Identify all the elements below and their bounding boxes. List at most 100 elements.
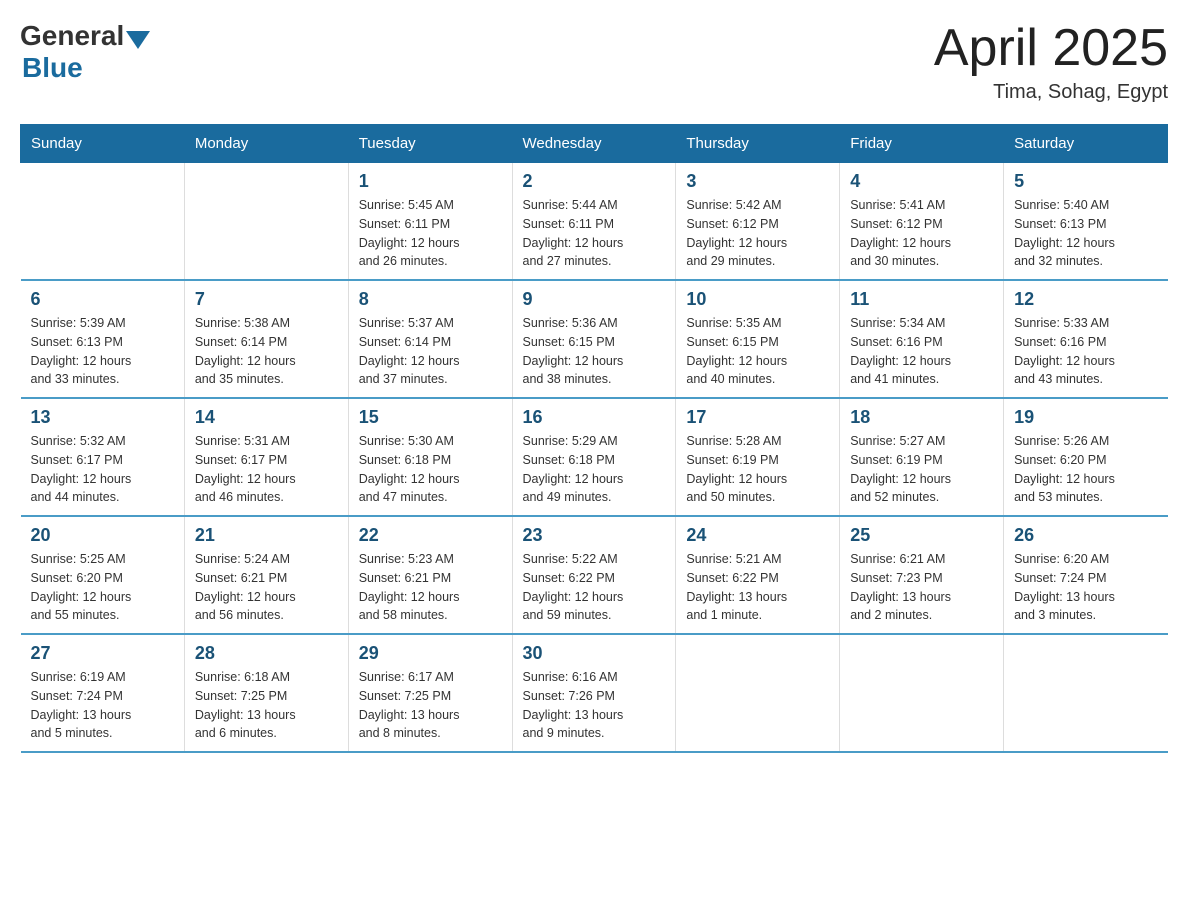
calendar-cell: 20 Sunrise: 5:25 AMSunset: 6:20 PMDayligh… (21, 516, 185, 634)
day-number: 5 (1014, 171, 1157, 192)
calendar-cell: 7 Sunrise: 5:38 AMSunset: 6:14 PMDaylight… (184, 280, 348, 398)
day-number: 8 (359, 289, 502, 310)
day-number: 11 (850, 289, 993, 310)
day-info: Sunrise: 5:22 AMSunset: 6:22 PMDaylight:… (523, 550, 666, 625)
calendar-cell (1004, 634, 1168, 752)
day-number: 13 (31, 407, 174, 428)
day-info: Sunrise: 5:42 AMSunset: 6:12 PMDaylight:… (686, 196, 829, 271)
day-number: 26 (1014, 525, 1157, 546)
day-info: Sunrise: 6:21 AMSunset: 7:23 PMDaylight:… (850, 550, 993, 625)
day-number: 19 (1014, 407, 1157, 428)
calendar-cell: 5 Sunrise: 5:40 AMSunset: 6:13 PMDaylight… (1004, 163, 1168, 281)
day-number: 15 (359, 407, 502, 428)
calendar-cell: 2Sunrise: 5:44 AMSunset: 6:11 PMDaylight… (512, 163, 676, 281)
day-info: Sunrise: 5:39 AMSunset: 6:13 PMDaylight:… (31, 314, 174, 389)
day-info: Sunrise: 5:37 AMSunset: 6:14 PMDaylight:… (359, 314, 502, 389)
day-number: 7 (195, 289, 338, 310)
weekday-header-thursday: Thursday (676, 125, 840, 163)
day-info: Sunrise: 5:34 AMSunset: 6:16 PMDaylight:… (850, 314, 993, 389)
day-info: Sunrise: 5:32 AMSunset: 6:17 PMDaylight:… (31, 432, 174, 507)
day-info: Sunrise: 6:19 AMSunset: 7:24 PMDaylight:… (31, 668, 174, 743)
day-info: Sunrise: 6:18 AMSunset: 7:25 PMDaylight:… (195, 668, 338, 743)
day-number: 4 (850, 171, 993, 192)
day-number: 21 (195, 525, 338, 546)
calendar-cell: 8 Sunrise: 5:37 AMSunset: 6:14 PMDaylight… (348, 280, 512, 398)
calendar-cell: 24 Sunrise: 5:21 AMSunset: 6:22 PMDayligh… (676, 516, 840, 634)
day-number: 10 (686, 289, 829, 310)
day-number: 16 (523, 407, 666, 428)
calendar-cell: 9 Sunrise: 5:36 AMSunset: 6:15 PMDaylight… (512, 280, 676, 398)
day-number: 9 (523, 289, 666, 310)
calendar-week-row: 1 Sunrise: 5:45 AMSunset: 6:11 PMDaylight… (21, 163, 1168, 281)
day-number: 3 (686, 171, 829, 192)
day-info: Sunrise: 5:28 AMSunset: 6:19 PMDaylight:… (686, 432, 829, 507)
day-info: Sunrise: 5:24 AMSunset: 6:21 PMDaylight:… (195, 550, 338, 625)
day-number: 18 (850, 407, 993, 428)
day-info: Sunrise: 5:40 AMSunset: 6:13 PMDaylight:… (1014, 196, 1157, 271)
weekday-header-wednesday: Wednesday (512, 125, 676, 163)
day-info: Sunrise: 5:31 AMSunset: 6:17 PMDaylight:… (195, 432, 338, 507)
day-info: Sunrise: 5:26 AMSunset: 6:20 PMDaylight:… (1014, 432, 1157, 507)
calendar-week-row: 27 Sunrise: 6:19 AMSunset: 7:24 PMDayligh… (21, 634, 1168, 752)
page-header: General Blue April 2025 Tima, Sohag, Egy… (20, 20, 1168, 104)
day-info: Sunrise: 5:36 AMSunset: 6:15 PMDaylight:… (523, 314, 666, 389)
weekday-header-saturday: Saturday (1004, 125, 1168, 163)
calendar-table: SundayMondayTuesdayWednesdayThursdayFrid… (20, 124, 1168, 753)
day-number: 23 (523, 525, 666, 546)
day-info: Sunrise: 5:35 AMSunset: 6:15 PMDaylight:… (686, 314, 829, 389)
calendar-cell: 19 Sunrise: 5:26 AMSunset: 6:20 PMDayligh… (1004, 398, 1168, 516)
day-info: Sunrise: 5:41 AMSunset: 6:12 PMDaylight:… (850, 196, 993, 271)
day-info: Sunrise: 5:29 AMSunset: 6:18 PMDaylight:… (523, 432, 666, 507)
day-info: Sunrise: 5:45 AMSunset: 6:11 PMDaylight:… (359, 196, 502, 271)
calendar-cell: 23 Sunrise: 5:22 AMSunset: 6:22 PMDayligh… (512, 516, 676, 634)
calendar-cell (840, 634, 1004, 752)
day-info: Sunrise: 5:38 AMSunset: 6:14 PMDaylight:… (195, 314, 338, 389)
calendar-cell: 21 Sunrise: 5:24 AMSunset: 6:21 PMDayligh… (184, 516, 348, 634)
calendar-cell: 13 Sunrise: 5:32 AMSunset: 6:17 PMDayligh… (21, 398, 185, 516)
calendar-cell: 16 Sunrise: 5:29 AMSunset: 6:18 PMDayligh… (512, 398, 676, 516)
calendar-cell: 26 Sunrise: 6:20 AMSunset: 7:24 PMDayligh… (1004, 516, 1168, 634)
day-number: 24 (686, 525, 829, 546)
day-info: Sunrise: 6:17 AMSunset: 7:25 PMDaylight:… (359, 668, 502, 743)
day-info: Sunrise: 5:25 AMSunset: 6:20 PMDaylight:… (31, 550, 174, 625)
weekday-header-monday: Monday (184, 125, 348, 163)
calendar-cell: 30 Sunrise: 6:16 AMSunset: 7:26 PMDayligh… (512, 634, 676, 752)
calendar-cell: 28Sunrise: 6:18 AMSunset: 7:25 PMDayligh… (184, 634, 348, 752)
calendar-cell: 18 Sunrise: 5:27 AMSunset: 6:19 PMDayligh… (840, 398, 1004, 516)
logo-arrow-icon (126, 31, 150, 49)
day-number: 17 (686, 407, 829, 428)
day-number: 14 (195, 407, 338, 428)
calendar-cell: 17 Sunrise: 5:28 AMSunset: 6:19 PMDayligh… (676, 398, 840, 516)
logo-blue-text: Blue (22, 52, 83, 84)
weekday-header-row: SundayMondayTuesdayWednesdayThursdayFrid… (21, 125, 1168, 163)
calendar-cell: 6 Sunrise: 5:39 AMSunset: 6:13 PMDaylight… (21, 280, 185, 398)
day-info: Sunrise: 5:23 AMSunset: 6:21 PMDaylight:… (359, 550, 502, 625)
day-info: Sunrise: 5:33 AMSunset: 6:16 PMDaylight:… (1014, 314, 1157, 389)
day-number: 27 (31, 643, 174, 664)
logo: General Blue (20, 20, 150, 84)
day-info: Sunrise: 5:27 AMSunset: 6:19 PMDaylight:… (850, 432, 993, 507)
calendar-cell: 15Sunrise: 5:30 AMSunset: 6:18 PMDayligh… (348, 398, 512, 516)
weekday-header-friday: Friday (840, 125, 1004, 163)
title-block: April 2025 Tima, Sohag, Egypt (934, 20, 1168, 104)
day-info: Sunrise: 6:20 AMSunset: 7:24 PMDaylight:… (1014, 550, 1157, 625)
day-info: Sunrise: 5:21 AMSunset: 6:22 PMDaylight:… (686, 550, 829, 625)
calendar-cell (21, 163, 185, 281)
day-number: 20 (31, 525, 174, 546)
calendar-week-row: 20 Sunrise: 5:25 AMSunset: 6:20 PMDayligh… (21, 516, 1168, 634)
calendar-cell: 29Sunrise: 6:17 AMSunset: 7:25 PMDayligh… (348, 634, 512, 752)
day-number: 1 (359, 171, 502, 192)
day-info: Sunrise: 6:16 AMSunset: 7:26 PMDaylight:… (523, 668, 666, 743)
day-number: 30 (523, 643, 666, 664)
weekday-header-tuesday: Tuesday (348, 125, 512, 163)
calendar-cell: 14 Sunrise: 5:31 AMSunset: 6:17 PMDayligh… (184, 398, 348, 516)
day-number: 6 (31, 289, 174, 310)
logo-general-text: General (20, 20, 124, 52)
calendar-cell: 12Sunrise: 5:33 AMSunset: 6:16 PMDayligh… (1004, 280, 1168, 398)
calendar-cell: 22 Sunrise: 5:23 AMSunset: 6:21 PMDayligh… (348, 516, 512, 634)
calendar-cell: 1 Sunrise: 5:45 AMSunset: 6:11 PMDaylight… (348, 163, 512, 281)
calendar-cell: 3 Sunrise: 5:42 AMSunset: 6:12 PMDaylight… (676, 163, 840, 281)
calendar-cell: 11 Sunrise: 5:34 AMSunset: 6:16 PMDayligh… (840, 280, 1004, 398)
calendar-cell: 10 Sunrise: 5:35 AMSunset: 6:15 PMDayligh… (676, 280, 840, 398)
day-number: 22 (359, 525, 502, 546)
